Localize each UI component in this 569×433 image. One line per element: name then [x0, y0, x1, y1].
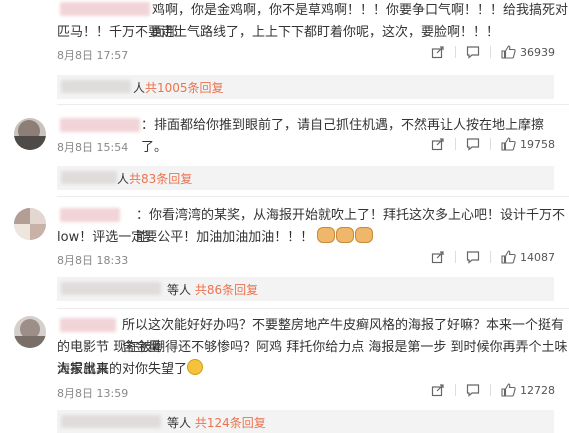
share-icon — [431, 251, 444, 264]
replies-summary: 等人 共124条回复 — [167, 416, 266, 430]
blurred-reply-names — [61, 282, 161, 295]
comment-icon — [466, 384, 480, 397]
comment-item: ：你看湾湾的某奖，从海报开始就吹上了！拜托这次多上心吧！设计千万不能 low！评… — [0, 196, 569, 306]
action-divider — [490, 138, 491, 150]
comment-actions: 14087 — [431, 250, 555, 264]
reply-button[interactable] — [466, 137, 480, 151]
action-divider — [455, 384, 456, 396]
blurred-username — [60, 118, 140, 132]
replies-summary: 等人 共86条回复 — [167, 283, 259, 297]
blurred-reply-names — [61, 415, 161, 428]
share-icon — [431, 46, 444, 59]
comment-date: 8月8日 13:59 — [57, 387, 129, 400]
comment-divider — [57, 196, 569, 197]
comment-date: 8月8日 15:54 — [57, 141, 129, 154]
comment-text-line: low！评选一定要公平！加油加油加油！！！ — [57, 227, 374, 249]
blurred-username — [60, 2, 150, 16]
reply-button[interactable] — [466, 250, 480, 264]
replies-summary: 人共1005条回复 — [133, 81, 224, 95]
comment-actions: 36939 — [431, 45, 555, 59]
like-count: 12728 — [520, 383, 555, 397]
share-button[interactable] — [431, 45, 445, 59]
action-divider — [455, 46, 456, 58]
blurred-username — [60, 318, 116, 332]
share-button[interactable] — [431, 137, 445, 151]
like-button[interactable]: 12728 — [501, 383, 555, 397]
replies-bar[interactable]: 等人 共86条回复 — [57, 277, 554, 301]
blurred-username — [60, 208, 120, 222]
avatar[interactable] — [14, 208, 46, 240]
comment-text-line: 匹马！！千万不要走土气路线了，上上下下都盯着你呢，这次，要脸啊！！！ — [57, 25, 500, 40]
like-count: 36939 — [520, 45, 555, 59]
fist-emoji-icon — [317, 227, 374, 245]
like-button[interactable]: 36939 — [501, 45, 555, 59]
replies-count-link[interactable]: 共124条回复 — [195, 416, 266, 430]
avatar[interactable] — [14, 118, 46, 150]
like-button[interactable]: 14087 — [501, 250, 555, 264]
comment-item: ：排面都给你推到眼前了，请自己抓住机遇，不然再让人按在地上摩擦了。 8月8日 1… — [0, 104, 569, 194]
share-icon — [431, 138, 444, 151]
comment-date: 8月8日 18:33 — [57, 254, 129, 267]
replies-bar[interactable]: 人共1005条回复 — [57, 75, 554, 99]
comment-actions: 12728 — [431, 383, 555, 397]
share-icon — [431, 384, 444, 397]
action-divider — [490, 251, 491, 263]
comment-divider — [57, 104, 569, 105]
thumbs-up-icon — [501, 250, 516, 264]
thumbs-up-icon — [501, 137, 516, 151]
action-divider — [455, 251, 456, 263]
like-count: 19758 — [520, 137, 555, 151]
avatar[interactable] — [14, 316, 46, 348]
comment-text-line: 大家就真的对你失望了 — [57, 359, 204, 381]
share-button[interactable] — [431, 250, 445, 264]
comment-divider — [57, 308, 569, 309]
replies-count-link[interactable]: 共1005条回复 — [145, 81, 224, 95]
blurred-reply-names — [61, 80, 131, 93]
thumbs-up-icon — [501, 45, 516, 59]
replies-count-link[interactable]: 共83条回复 — [129, 172, 192, 186]
share-button[interactable] — [431, 383, 445, 397]
comment-item: 鸡啊，你是金鸡啊，你不是草鸡啊！！！你要争口气啊！！！给我搞死对面那 匹马！！千… — [0, 0, 569, 100]
reply-button[interactable] — [466, 383, 480, 397]
replies-bar[interactable]: 等人 共124条回复 — [57, 410, 554, 433]
comment-actions: 19758 — [431, 137, 555, 151]
replies-summary: 人共83条回复 — [117, 172, 193, 186]
action-divider — [490, 384, 491, 396]
comment-icon — [466, 138, 480, 151]
reply-button[interactable] — [466, 45, 480, 59]
replies-count-link[interactable]: 共86条回复 — [195, 283, 258, 297]
comment-date: 8月8日 17:57 — [57, 49, 129, 62]
replies-bar[interactable]: 人共83条回复 — [57, 166, 554, 190]
smile-emoji-icon — [187, 359, 204, 375]
action-divider — [490, 46, 491, 58]
like-button[interactable]: 19758 — [501, 137, 555, 151]
comment-icon — [466, 46, 480, 59]
thumbs-up-icon — [501, 383, 516, 397]
action-divider — [455, 138, 456, 150]
comment-icon — [466, 251, 480, 264]
like-count: 14087 — [520, 250, 555, 264]
comment-item: 所以这次能好好办吗？不要整房地产牛皮癣风格的海报了好嘛？本来一个挺有含金量 的电… — [0, 308, 569, 433]
blurred-reply-names — [61, 171, 117, 184]
